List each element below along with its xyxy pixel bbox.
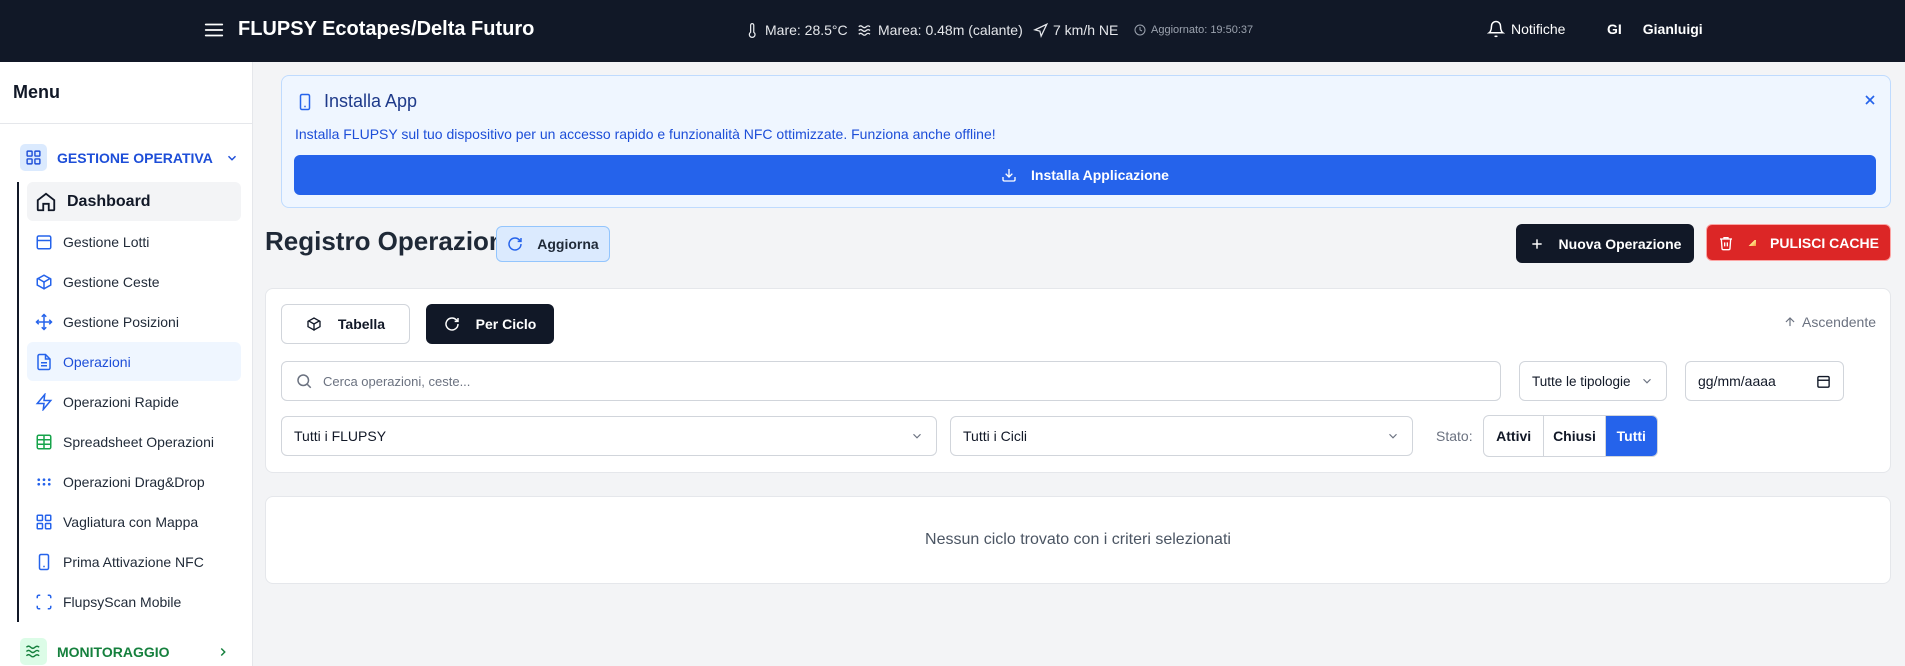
top-bar: FLUPSY Ecotapes/Delta Futuro Mare: 28.5°… [0,0,1905,62]
refresh-icon [507,236,523,252]
chevron-down-icon [1640,374,1654,388]
grip-icon [35,473,53,491]
grid-icon [20,144,47,171]
cycle-select[interactable]: Tutti i Cicli [950,416,1413,456]
status-segmented-control: Attivi Chiusi Tutti [1483,415,1658,457]
tide-info: Marea: 0.48m (calante) [857,22,1023,38]
flupsy-select[interactable]: Tutti i FLUPSY [281,416,937,456]
sidebar-divider [0,123,252,124]
install-app-banner: Installa App Installa FLUPSY sul tuo dis… [281,75,1891,208]
plus-icon [1529,236,1545,252]
type-select[interactable]: Tutte le tipologie [1519,361,1667,401]
nav-group-gestione-operativa[interactable]: GESTIONE OPERATIVA [20,144,239,171]
new-operation-button[interactable]: Nuova Operazione [1516,224,1694,263]
sidebar-item-prima-attivazione-nfc[interactable]: Prima Attivazione NFC [27,542,241,581]
chevron-down-icon [910,429,924,443]
install-app-button[interactable]: Installa Applicazione [294,155,1876,195]
sidebar-item-gestione-posizioni[interactable]: Gestione Posizioni [27,302,241,341]
calendar-icon [1816,374,1831,389]
sidebar-item-operazioni-rapide[interactable]: Operazioni Rapide [27,382,241,421]
waves-icon [857,23,873,38]
app-title: FLUPSY Ecotapes/Delta Futuro [238,18,535,40]
sidebar-title: Menu [13,82,60,102]
filters-card: Tabella Per Ciclo Ascendente Tutte le ti… [265,288,1891,473]
page-title: Registro Operazioni [265,226,513,256]
smartphone-icon [35,553,53,571]
search-input[interactable] [323,373,1423,389]
home-icon [35,191,57,213]
search-icon [295,372,313,390]
sidebar-item-flupsyscan-mobile[interactable]: FlupsyScan Mobile [27,582,241,621]
navigation-arrow-icon [1033,22,1048,38]
sparkle-icon [1748,239,1757,246]
sidebar-item-vagliatura-con-mappa[interactable]: Vagliatura con Mappa [27,502,241,541]
notifications-button[interactable]: Notifiche [1487,20,1565,38]
status-closed-button[interactable]: Chiusi [1544,416,1606,456]
view-table-button[interactable]: Tabella [281,304,410,344]
refresh-button[interactable]: Aggiorna [496,226,610,262]
grid-icon [35,513,53,531]
move-icon [35,312,53,331]
download-icon [1001,167,1017,183]
close-icon[interactable] [1862,92,1878,108]
banner-description: Installa FLUPSY sul tuo dispositivo per … [295,126,996,142]
sidebar-item-gestione-ceste[interactable]: Gestione Ceste [27,262,241,301]
bell-icon [1487,20,1505,38]
chevron-right-icon [216,645,230,659]
box-icon [306,316,322,332]
thermometer-icon [745,22,760,38]
date-input[interactable]: gg/mm/aaaa [1685,361,1844,401]
empty-state: Nessun ciclo trovato con i criteri selez… [265,496,1891,584]
chevron-down-icon [1386,429,1400,443]
document-icon [35,353,53,371]
status-all-button[interactable]: Tutti [1605,416,1657,456]
last-update: Aggiornato: 19:50:37 [1134,24,1253,36]
box-icon [35,273,53,291]
sidebar-item-operazioni[interactable]: Operazioni [27,342,241,381]
status-label: Stato: [1436,428,1473,444]
sort-toggle[interactable]: Ascendente [1783,314,1876,330]
tree-line [17,182,19,622]
chevron-down-icon [225,151,239,165]
user-initials: GI [1607,21,1622,37]
sidebar: Menu GESTIONE OPERATIVA Dashboard Gestio… [0,62,253,666]
sidebar-item-dashboard[interactable]: Dashboard [27,182,241,221]
status-active-button[interactable]: Attivi [1484,416,1545,456]
smartphone-icon [296,93,314,111]
sidebar-item-operazioni-drag-drop[interactable]: Operazioni Drag&Drop [27,462,241,501]
sea-temperature: Mare: 28.5°C [745,22,848,38]
user-name: Gianluigi [1642,21,1703,37]
empty-state-message: Nessun ciclo trovato con i criteri selez… [925,531,1231,548]
sidebar-item-gestione-lotti[interactable]: Gestione Lotti [27,222,241,261]
table-icon [35,433,53,451]
zap-icon [35,392,53,411]
calendar-icon [35,233,53,251]
user-menu[interactable]: GI Gianluigi [1607,21,1703,37]
wind-info: 7 km/h NE [1033,22,1118,38]
nav-group-monitoraggio[interactable]: MONITORAGGIO [20,638,230,665]
view-by-cycle-button[interactable]: Per Ciclo [426,304,554,344]
sidebar-item-spreadsheet-operazioni[interactable]: Spreadsheet Operazioni [27,422,241,461]
trash-icon [1718,235,1734,251]
arrow-up-icon [1783,315,1797,329]
clear-cache-button[interactable]: PULISCI CACHE [1706,224,1891,261]
hamburger-menu-icon[interactable] [203,19,225,41]
banner-title: Installa App [296,91,417,112]
refresh-icon [444,316,460,332]
scan-icon [35,593,53,611]
search-box [281,361,1501,401]
waves-icon [20,638,47,665]
clock-icon [1134,24,1146,36]
